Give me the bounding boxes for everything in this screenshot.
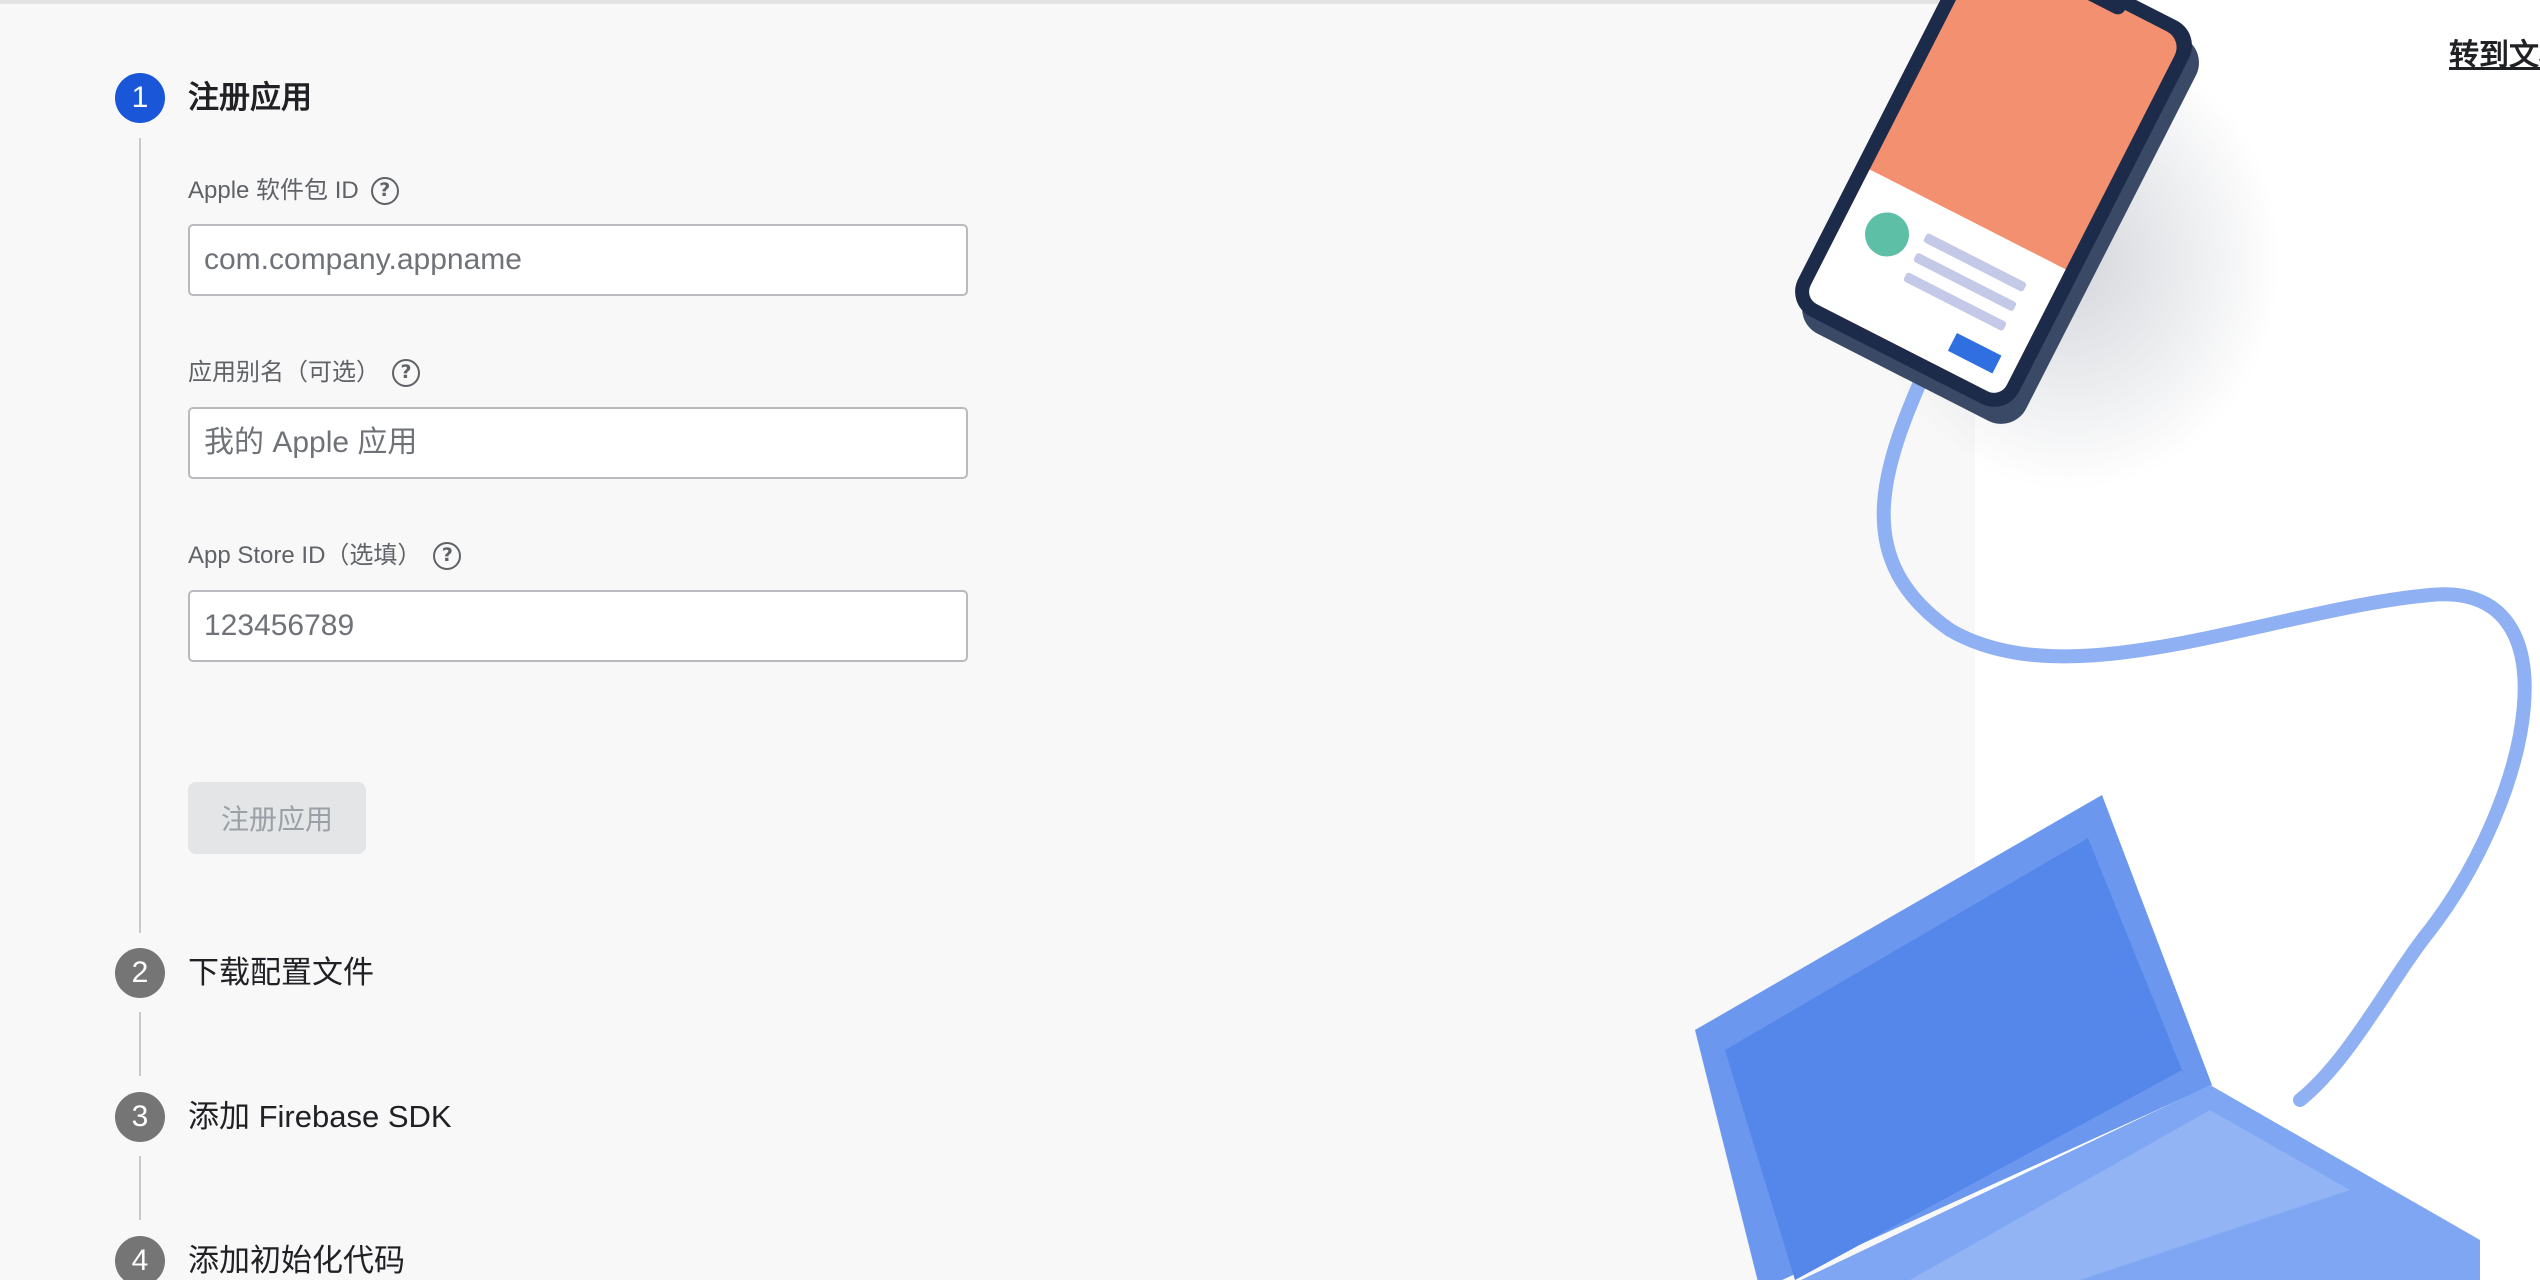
- step-2-connector: [139, 1012, 141, 1076]
- step-2-title[interactable]: 下载配置文件: [188, 948, 374, 998]
- app-store-id-input[interactable]: [188, 590, 968, 662]
- setup-stepper: 1 注册应用 Apple 软件包 ID ? 应用别名（可选） ? App Sto…: [0, 0, 1300, 1280]
- step-3-number: 3: [115, 1092, 165, 1142]
- step-4-title[interactable]: 添加初始化代码: [188, 1236, 405, 1280]
- go-to-docs-link[interactable]: 转到文档: [2449, 30, 2540, 74]
- nickname-label-text: 应用别名（可选）: [188, 359, 380, 386]
- help-icon[interactable]: ?: [370, 177, 399, 205]
- step-2-number: 2: [115, 948, 165, 998]
- laptop-phone-illustration: [1695, 0, 2532, 1280]
- app-store-id-label: App Store ID（选填） ?: [188, 540, 462, 572]
- bundle-id-label-text: Apple 软件包 ID: [188, 177, 359, 204]
- nickname-label: 应用别名（可选） ?: [188, 357, 420, 389]
- bundle-id-label: Apple 软件包 ID ?: [188, 175, 399, 207]
- app-store-id-label-text: App Store ID（选填）: [188, 542, 422, 569]
- firebase-add-ios-app-page: 1 注册应用 Apple 软件包 ID ? 应用别名（可选） ? App Sto…: [0, 0, 2540, 1280]
- step-3-title[interactable]: 添加 Firebase SDK: [188, 1092, 452, 1142]
- step-3-connector: [139, 1156, 141, 1220]
- step-4-number: 4: [115, 1236, 165, 1280]
- nickname-input[interactable]: [188, 407, 968, 479]
- bundle-id-input[interactable]: [188, 224, 968, 296]
- step-1-connector: [139, 138, 141, 933]
- help-icon[interactable]: ?: [433, 542, 462, 570]
- help-icon[interactable]: ?: [392, 359, 420, 387]
- step-1-number: 1: [115, 73, 165, 123]
- register-app-button[interactable]: 注册应用: [188, 782, 366, 854]
- step-1-title[interactable]: 注册应用: [188, 73, 312, 123]
